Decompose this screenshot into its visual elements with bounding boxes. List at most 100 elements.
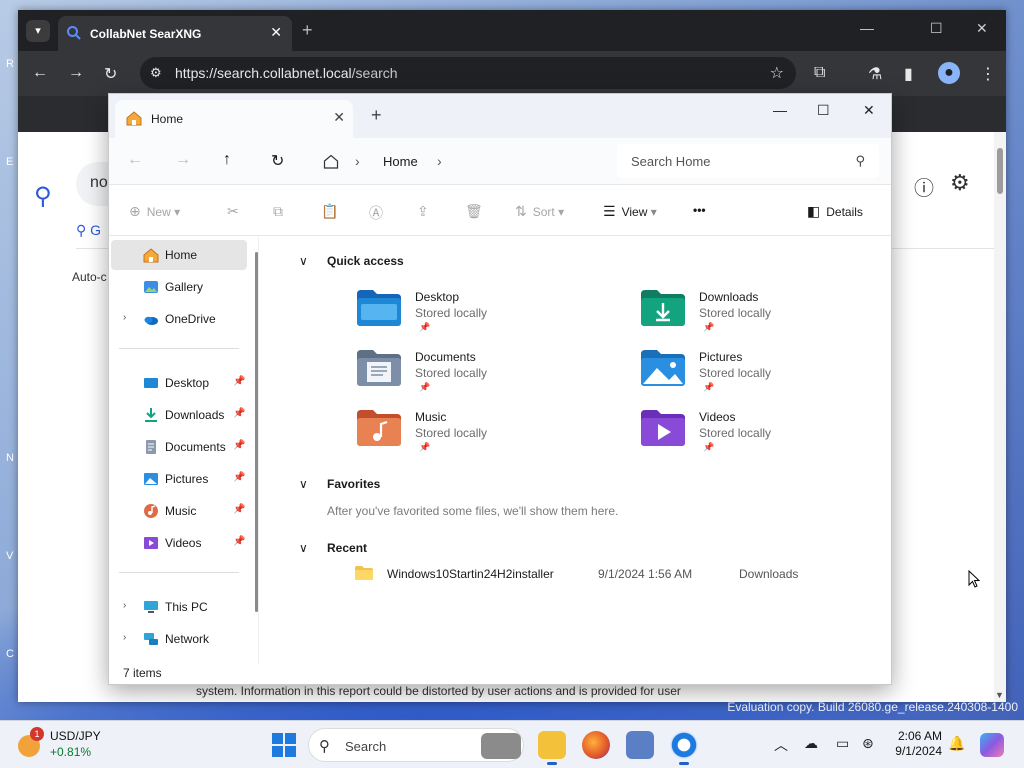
quick-access-videos[interactable]: Videos Stored locally 📌	[641, 410, 901, 466]
delete-icon[interactable]: 🗑	[465, 203, 489, 220]
scroll-down-icon[interactable]: ▼	[995, 690, 1004, 700]
quick-access-downloads[interactable]: Downloads Stored locally 📌	[641, 290, 901, 346]
nav-label: Music	[165, 504, 197, 518]
widgets-button[interactable]: 1 USD/JPY +0.81%	[14, 727, 134, 763]
forward-icon[interactable]: →	[175, 151, 191, 169]
page-scrollbar[interactable]: ▼	[994, 132, 1006, 702]
nav-item-pictures[interactable]: Pictures 📌	[111, 464, 247, 494]
copy-icon[interactable]: ⧉	[273, 203, 289, 220]
browser-minimize-button[interactable]: —	[860, 20, 874, 36]
pin-icon[interactable]: 📌	[233, 536, 245, 547]
forward-icon[interactable]: →	[68, 64, 84, 82]
up-icon[interactable]: ↑	[223, 151, 231, 169]
site-info-icon[interactable]: ⚙	[150, 65, 162, 81]
close-tab-icon[interactable]: ✕	[333, 109, 345, 126]
pin-icon[interactable]: 📌	[233, 408, 245, 419]
quick-access-pictures[interactable]: Pictures Stored locally 📌	[641, 350, 901, 406]
browser-close-button[interactable]: ✕	[976, 20, 988, 37]
see-more-button[interactable]: •••	[693, 203, 706, 217]
pin-icon[interactable]: 📌	[233, 376, 245, 387]
section-recent[interactable]: ∨ Recent	[299, 541, 367, 555]
recent-file-row[interactable]: Windows10Startin24H2installer 9/1/2024 1…	[355, 566, 805, 586]
nav-item-desktop[interactable]: Desktop 📌	[111, 368, 247, 398]
view-button[interactable]: ☰ View ▾	[603, 203, 657, 220]
nav-item-videos[interactable]: Videos 📌	[111, 528, 247, 558]
expand-chevron-icon[interactable]: ›	[123, 312, 126, 323]
firefox-taskbar-icon[interactable]	[582, 731, 610, 759]
bookmark-star-icon[interactable]: ☆	[770, 63, 784, 83]
browser-maximize-button[interactable]: ☐	[930, 20, 943, 37]
back-icon[interactable]: ←	[32, 64, 48, 82]
pin-icon[interactable]: 📌	[233, 472, 245, 483]
address-bar[interactable]: ⚙ https://search.collabnet.local/search …	[140, 57, 796, 89]
close-button[interactable]: ✕	[863, 102, 875, 119]
nav-item-downloads[interactable]: Downloads 📌	[111, 400, 247, 430]
preferences-gear-icon[interactable]: ⚙	[950, 170, 970, 196]
sort-button[interactable]: ⇅ Sort ▾	[515, 203, 564, 220]
section-quick-access[interactable]: ∨ Quick access	[299, 254, 404, 268]
expand-chevron-icon[interactable]: ›	[123, 632, 126, 643]
pin-icon[interactable]: 📌	[233, 504, 245, 515]
nav-item-onedrive[interactable]: › OneDrive	[111, 304, 247, 334]
search-input[interactable]: Search Home ⚲	[617, 144, 879, 178]
maximize-button[interactable]: ☐	[817, 102, 830, 119]
info-icon[interactable]: ⓘ	[914, 172, 934, 201]
breadcrumb-chevron-icon[interactable]: ›	[437, 153, 442, 169]
profile-avatar-icon[interactable]: ●	[938, 62, 960, 84]
quick-access-documents[interactable]: Documents Stored locally 📌	[357, 350, 617, 406]
share-icon[interactable]: ⇪	[417, 203, 435, 220]
back-icon[interactable]: ←	[127, 151, 143, 169]
chrome-taskbar-icon[interactable]	[670, 731, 698, 765]
new-button[interactable]: ⊕ New ▾	[129, 203, 180, 220]
nav-label: Home	[165, 248, 198, 262]
searxng-favicon-icon	[67, 26, 81, 40]
extensions-icon[interactable]: ⧉	[814, 64, 825, 82]
tab-search-button[interactable]: ▾	[26, 20, 50, 42]
reload-icon[interactable]: ↻	[104, 64, 117, 84]
file-explorer-taskbar-icon[interactable]	[538, 731, 566, 765]
nav-item-this-pc[interactable]: › This PC	[111, 592, 247, 622]
taskbar-search-box[interactable]: ⚲ Search	[308, 728, 524, 762]
cloud-sync-icon[interactable]: ☁	[804, 735, 818, 752]
breadcrumb-chevron-icon[interactable]: ›	[355, 153, 360, 169]
pin-icon[interactable]: 📌	[233, 440, 245, 451]
network-status-icon[interactable]: ⊛	[862, 735, 874, 752]
tab-general[interactable]: ⚲ G	[76, 222, 101, 239]
side-panel-icon[interactable]: ▮	[904, 64, 913, 84]
copilot-icon[interactable]	[980, 733, 1004, 757]
network-tool-taskbar-icon[interactable]	[626, 731, 654, 759]
browser-tab[interactable]: CollabNet SearXNG ✕	[58, 16, 292, 51]
labs-flask-icon[interactable]: ⚗	[868, 64, 882, 84]
new-tab-button[interactable]: +	[302, 20, 313, 41]
explorer-tab[interactable]: Home ✕	[115, 100, 353, 138]
show-hidden-icons-chevron-icon[interactable]: ︿	[774, 735, 788, 755]
rename-icon[interactable]: Ⓐ	[369, 203, 389, 223]
address-bar[interactable]: › Home ›	[313, 144, 609, 178]
notification-bell-icon[interactable]: 🔔	[948, 735, 965, 752]
quick-access-music[interactable]: Music Stored locally 📌	[357, 410, 617, 466]
start-button-windows-icon[interactable]	[272, 733, 296, 757]
breadcrumb-home[interactable]: Home	[383, 154, 418, 169]
system-clock[interactable]: 2:06 AM 9/1/2024	[890, 729, 942, 759]
details-button[interactable]: ◧ Details	[807, 203, 863, 220]
close-tab-icon[interactable]: ✕	[270, 24, 282, 41]
nav-item-music[interactable]: Music 📌	[111, 496, 247, 526]
quick-access-desktop[interactable]: Desktop Stored locally 📌	[357, 290, 617, 346]
refresh-icon[interactable]: ↻	[271, 151, 284, 171]
searxng-logo-search-icon[interactable]: ⚲	[34, 182, 52, 211]
nav-item-gallery[interactable]: Gallery	[111, 272, 247, 302]
nav-item-home[interactable]: Home	[111, 240, 247, 270]
paste-icon[interactable]: 📋	[321, 203, 344, 220]
minimize-button[interactable]: —	[773, 102, 787, 118]
nav-item-documents[interactable]: Documents 📌	[111, 432, 247, 462]
nav-pane-scrollbar[interactable]	[255, 252, 258, 612]
display-icon[interactable]: ▭	[836, 735, 849, 752]
plus-circle-icon: ⊕	[129, 203, 141, 219]
cut-icon[interactable]: ✂	[227, 203, 245, 220]
scrollbar-thumb[interactable]	[997, 148, 1003, 194]
browser-menu-icon[interactable]: ⋮	[980, 64, 996, 84]
expand-chevron-icon[interactable]: ›	[123, 600, 126, 611]
new-tab-button[interactable]: +	[371, 105, 382, 126]
section-favorites[interactable]: ∨ Favorites	[299, 477, 380, 491]
nav-item-network[interactable]: › Network	[111, 624, 247, 654]
